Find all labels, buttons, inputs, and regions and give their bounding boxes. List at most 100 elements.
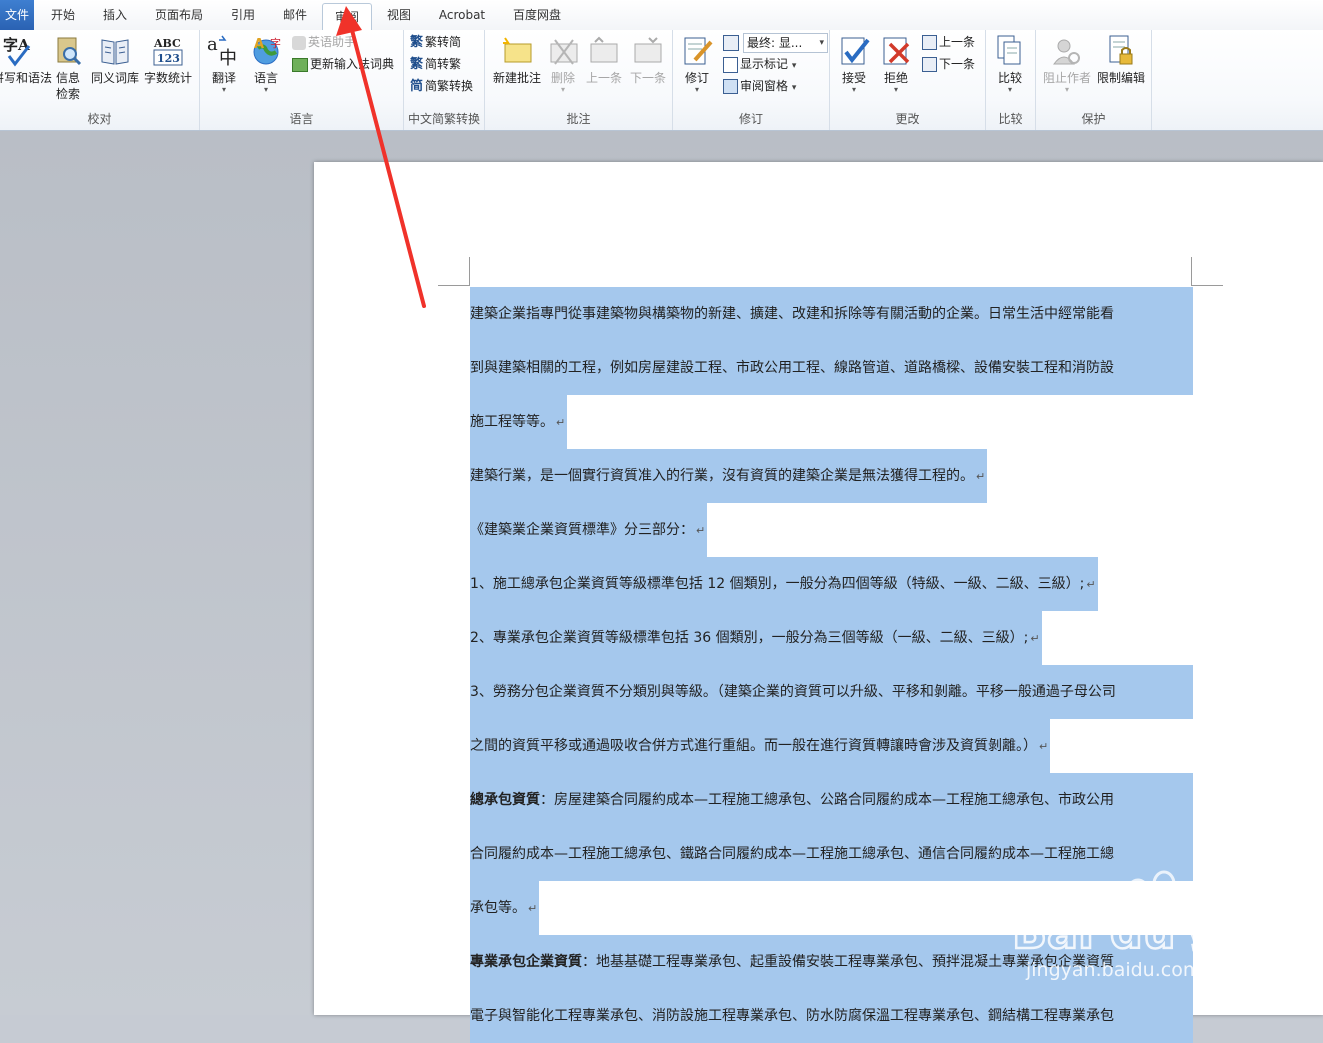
group-label-chinese-conversion: 中文简繁转换 (407, 112, 480, 126)
show-markup-label: 显示标记 (740, 57, 789, 71)
accept-icon (841, 37, 870, 65)
baidu-jingyan-watermark: Bai du 经验 jingyan.baidu.com (1012, 870, 1285, 981)
track-changes-label: 修订 (684, 71, 709, 85)
language-button[interactable]: A 字 语言 ▾ (246, 34, 286, 94)
delete-comment-icon (550, 39, 578, 65)
display-for-review-select[interactable]: 最终: 显... ▾ (743, 33, 828, 53)
document-line[interactable]: 建築行業，是一個實行資質准入的行業，沒有資質的建築企業是無法獲得工程的。 ↵ (470, 449, 988, 503)
document-line[interactable]: 施工程等等。 ↵ (470, 395, 568, 449)
thesaurus-book-icon (101, 39, 129, 65)
document-line-text: 1、施工總承包企業資質等級標準包括 12 個類別，一般分為四個等級（特級、一級、… (470, 576, 1085, 592)
document-line[interactable]: 總承包資質：房屋建築合同履約成本—工程施工總承包、公路合同履約成本—工程施工總承… (470, 773, 1193, 827)
group-compare: 比较 ▾ 比较 (986, 30, 1036, 130)
display-for-review-value: 最终: 显... (747, 36, 803, 50)
translate-label: 翻译 (211, 71, 236, 85)
watermark-brand: Bai du 经验 (1012, 905, 1284, 959)
document-line[interactable]: 之間的資質平移或通過吸收合併方式進行重組。而一般在進行資質轉讓時會涉及資質剝離。… (470, 719, 1051, 773)
document-line[interactable]: 《建築業企業資質標準》分三部分： ↵ (470, 503, 708, 557)
tab-review[interactable]: 审阅 (322, 3, 372, 32)
group-tracking: 修订 ▾ 最终: 显... ▾ 显示标记 ▾ 审阅窗格 ▾ 修订 (673, 30, 830, 130)
crop-mark-left-vertical (469, 257, 470, 285)
document-line[interactable]: 1、施工總承包企業資質等級標準包括 12 個類別，一般分為四個等級（特級、一級、… (470, 557, 1098, 611)
svg-text:ABC: ABC (153, 37, 181, 50)
tab-file[interactable]: 文件 (0, 0, 34, 30)
previous-change-button[interactable]: 上一条 (922, 32, 975, 52)
thesaurus-label: 同义词库 (90, 71, 139, 85)
watermark-url: jingyan.baidu.com (1025, 959, 1201, 981)
tab-mailings[interactable]: 邮件 (272, 0, 318, 30)
traditional-to-simplified-icon: 繁 (410, 34, 424, 50)
tab-page-layout[interactable]: 页面布局 (146, 0, 212, 30)
simplified-to-traditional-button[interactable]: 繁简转繁 (410, 54, 461, 74)
svg-text:123: 123 (157, 52, 180, 65)
ime-dictionary-icon (292, 57, 308, 72)
tab-view[interactable]: 视图 (376, 0, 422, 30)
next-change-button[interactable]: 下一条 (922, 54, 975, 74)
accept-button[interactable]: 接受 ▾ (834, 34, 874, 94)
thesaurus-button[interactable]: 同义词库 (90, 34, 140, 86)
group-label-proofing: 校对 (87, 112, 112, 126)
language-label: 语言 (253, 71, 278, 85)
track-changes-button[interactable]: 修订 ▾ (677, 34, 717, 94)
english-assistant-button[interactable]: 英语助手 (292, 32, 356, 52)
crop-mark-right-horizontal (1191, 285, 1223, 286)
restrict-editing-icon (1109, 35, 1133, 65)
word-count-button[interactable]: ABC 123 字数统计 (143, 34, 193, 86)
chevron-down-icon: ▾ (893, 85, 898, 94)
restrict-editing-label: 限制编辑 (1096, 71, 1145, 85)
document-line-text: 到與建築相關的工程，例如房屋建設工程、市政公用工程、線路管道、道路橋樑、設備安裝… (470, 360, 1114, 376)
document-line[interactable]: 承包等。 ↵ (470, 881, 540, 935)
group-chinese-conversion: 繁繁转简 繁简转繁 简简繁转换 中文简繁转换 (404, 30, 485, 130)
svg-text:中: 中 (219, 48, 237, 68)
convert-label: 简繁转换 (425, 79, 474, 93)
translate-button[interactable]: a 中 翻译 ▾ (204, 34, 244, 94)
tab-home[interactable]: 开始 (40, 0, 86, 30)
english-assistant-icon (292, 35, 306, 50)
chevron-down-icon: ▾ (560, 85, 565, 94)
document-line[interactable]: 2、專業承包企業資質等級標準包括 36 個類別，一般分為三個等級（一級、二級、三… (470, 611, 1042, 665)
reviewing-pane-button[interactable]: 审阅窗格 ▾ (723, 76, 796, 96)
update-ime-dictionary-button[interactable]: 更新输入法词典 (292, 54, 394, 74)
compare-button[interactable]: 比较 ▾ (992, 34, 1028, 94)
chevron-down-icon: ▾ (1007, 85, 1012, 94)
document-line[interactable]: 建築企業指專門從事建築物與構築物的新建、擴建、改建和拆除等有關活動的企業。日常生… (470, 287, 1193, 341)
group-label-comments: 批注 (566, 112, 591, 126)
display-for-review-icon-wrap (723, 32, 741, 52)
reviewing-pane-icon (723, 79, 738, 94)
chevron-down-icon: ▾ (791, 61, 797, 71)
next-comment-button[interactable]: 下一条 (627, 34, 669, 86)
traditional-to-simplified-button[interactable]: 繁繁转简 (410, 32, 461, 52)
document-line-text: 3、勞務分包企業資質不分類別與等級。（建築企業的資質可以升級、平移和剝離。平移一… (470, 684, 1116, 700)
display-for-review-icon (723, 34, 739, 51)
previous-comment-icon (590, 36, 618, 63)
previous-comment-button[interactable]: 上一条 (583, 34, 625, 86)
restrict-editing-button[interactable]: 限制编辑 (1094, 34, 1148, 86)
svg-text:a: a (207, 34, 218, 55)
show-markup-button[interactable]: 显示标记 ▾ (723, 54, 796, 74)
new-comment-button[interactable]: 新建批注 (489, 34, 545, 86)
paragraph-mark: ↵ (1030, 632, 1040, 645)
tab-acrobat[interactable]: Acrobat (430, 0, 494, 30)
block-authors-button[interactable]: 阻止作者 ▾ (1040, 34, 1094, 94)
paragraph-mark: ↵ (1086, 578, 1096, 591)
chevron-down-icon: ▾ (851, 85, 856, 94)
tab-baidu-netdisk[interactable]: 百度网盘 (502, 0, 572, 30)
paragraph-mark: ↵ (976, 470, 986, 483)
document-line[interactable]: 3、勞務分包企業資質不分類別與等級。（建築企業的資質可以升級、平移和剝離。平移一… (470, 665, 1193, 719)
document-line[interactable]: 到與建築相關的工程，例如房屋建設工程、市政公用工程、線路管道、道路橋樑、設備安裝… (470, 341, 1193, 395)
previous-change-label: 上一条 (939, 35, 976, 49)
block-authors-icon (1053, 39, 1080, 65)
chinese-conversion-button[interactable]: 简简繁转换 (410, 76, 473, 96)
show-markup-icon (723, 56, 738, 73)
research-button[interactable]: 信息 检索 (50, 34, 86, 102)
previous-change-icon (922, 35, 937, 50)
document-line-bold: 專業承包企業資質 (470, 954, 582, 970)
reject-button[interactable]: 拒绝 ▾ (876, 34, 916, 94)
delete-comment-button[interactable]: 删除 ▾ (547, 34, 579, 94)
spelling-grammar-button[interactable]: 字A 拼写和语法 (0, 34, 52, 86)
tab-insert[interactable]: 插入 (92, 0, 138, 30)
document-line[interactable]: 電子與智能化工程專業承包、消防設施工程專業承包、防水防腐保溫工程專業承包、鋼結構… (470, 989, 1193, 1043)
translate-icon: a 中 (207, 34, 237, 68)
paragraph-mark: ↵ (696, 524, 706, 537)
tab-references[interactable]: 引用 (220, 0, 266, 30)
